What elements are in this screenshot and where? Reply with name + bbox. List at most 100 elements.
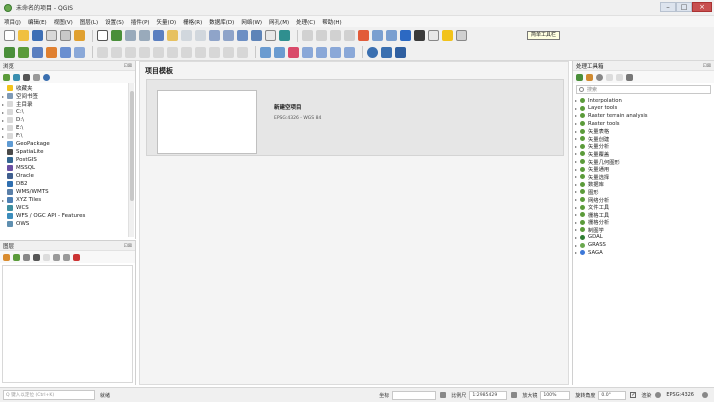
processing-item[interactable]: ▸ Raster terrain analysis — [575, 112, 712, 120]
coordinate-field[interactable] — [392, 390, 437, 400]
browser-item[interactable]: ▸ E:\ — [2, 124, 133, 132]
maximize-button[interactable]: □ — [676, 2, 692, 12]
menu-layer[interactable]: 图层(L) — [80, 18, 98, 26]
menu-vector[interactable]: 矢量(O) — [157, 18, 177, 26]
annotation-icon[interactable] — [456, 30, 467, 41]
open-project-icon[interactable] — [18, 30, 29, 41]
style-manager-icon[interactable] — [74, 30, 85, 41]
plugin-manager-icon[interactable] — [395, 46, 406, 58]
refresh-icon[interactable] — [279, 30, 290, 41]
browser-item[interactable]: DB2 — [2, 180, 133, 188]
field-calculator-icon[interactable] — [372, 30, 383, 41]
statistics-icon[interactable] — [386, 30, 397, 41]
menu-web[interactable]: 网络(W) — [241, 18, 262, 26]
options-icon[interactable] — [626, 73, 633, 81]
zoom-in-icon[interactable] — [125, 30, 136, 41]
pan-to-selection-icon[interactable] — [111, 30, 122, 41]
processing-item[interactable]: ▸ SAGA — [575, 249, 712, 257]
label-pin-icon[interactable] — [274, 46, 285, 58]
delete-feature-icon[interactable] — [167, 46, 178, 58]
label-change-icon[interactable] — [344, 46, 355, 58]
messages-icon[interactable] — [702, 392, 708, 398]
undo-icon[interactable] — [223, 46, 234, 58]
browser-item[interactable]: SpatiaLite — [2, 148, 133, 156]
crs-icon[interactable] — [655, 392, 662, 398]
browser-item[interactable]: ▸ XYZ Tiles — [2, 196, 133, 204]
menu-mesh[interactable]: 网孔(M) — [269, 18, 289, 26]
data-source-manager-icon[interactable] — [4, 46, 15, 58]
zoom-layer-icon[interactable] — [181, 30, 192, 41]
open-attribute-table-icon[interactable] — [358, 30, 369, 41]
zoom-last-icon[interactable] — [209, 30, 220, 41]
paste-feature-icon[interactable] — [209, 46, 220, 58]
add-raster-layer-icon[interactable] — [32, 46, 43, 58]
map-tips-icon[interactable] — [442, 30, 453, 41]
collapse-all-icon[interactable] — [33, 73, 40, 81]
processing-item[interactable]: ▸ GRASS — [575, 241, 712, 249]
browser-item[interactable]: WMS/WMTS — [2, 188, 133, 196]
layer-styling-icon[interactable] — [3, 253, 10, 261]
add-feature-icon[interactable] — [139, 46, 150, 58]
history-icon[interactable] — [596, 73, 603, 81]
processing-item[interactable]: ▸ GDAL — [575, 234, 712, 242]
select-icon[interactable] — [316, 30, 327, 41]
processing-item[interactable]: ▸ Layer tools — [575, 105, 712, 113]
processing-search-input[interactable]: 搜索 — [576, 85, 711, 94]
browser-item[interactable]: MSSQL — [2, 164, 133, 172]
processing-item[interactable]: ▸ 制图学 — [575, 226, 712, 234]
render-checkbox[interactable]: ✓ — [630, 392, 637, 398]
browser-item[interactable]: ▸ 空间书签 — [2, 92, 133, 100]
menu-plugins[interactable]: 插件(P) — [131, 18, 150, 26]
vertex-tool-icon[interactable] — [153, 46, 164, 58]
label-move-icon[interactable] — [316, 46, 327, 58]
toggle-editing-icon[interactable] — [97, 46, 108, 58]
menu-processing[interactable]: 处理(C) — [296, 18, 315, 26]
deselect-icon[interactable] — [344, 30, 355, 41]
zoom-next-icon[interactable] — [223, 30, 234, 41]
new-map-view-icon[interactable] — [237, 30, 248, 41]
edit-features-in-place-icon[interactable] — [616, 73, 623, 81]
scripts-icon[interactable] — [586, 73, 593, 81]
filter-legend-icon[interactable] — [33, 253, 40, 261]
sum-icon[interactable] — [414, 30, 425, 41]
browser-item[interactable]: WFS / OGC API - Features — [2, 212, 133, 220]
locator-search-input[interactable]: Q 键入以定位 (Ctrl+K) — [3, 390, 95, 400]
add-wms-icon[interactable] — [60, 46, 71, 58]
filter-expression-icon[interactable] — [43, 253, 50, 261]
browser-item[interactable]: ▸ 主目录 — [2, 100, 133, 108]
results-viewer-icon[interactable] — [606, 73, 613, 81]
manage-visibility-icon[interactable] — [23, 253, 30, 261]
add-group-icon[interactable] — [13, 253, 20, 261]
info-icon[interactable] — [43, 73, 50, 81]
pan-icon[interactable] — [97, 30, 108, 41]
add-mesh-icon[interactable] — [74, 46, 85, 58]
menu-settings[interactable]: 设置(S) — [105, 18, 124, 26]
add-delimited-text-icon[interactable] — [46, 46, 57, 58]
collapse-all-icon[interactable] — [63, 253, 70, 261]
label-highlight-icon[interactable] — [288, 46, 299, 58]
rotation-field[interactable]: 0.0° — [598, 390, 627, 400]
menu-edit[interactable]: 编辑(E) — [28, 18, 47, 26]
digitize-icon[interactable] — [111, 46, 122, 58]
minimize-button[interactable]: – — [660, 2, 676, 12]
menu-view[interactable]: 视图(V) — [54, 18, 73, 26]
redo-icon[interactable] — [237, 46, 248, 58]
processing-toolbox-icon[interactable] — [400, 30, 411, 41]
processing-item[interactable]: ▸ Interpolation — [575, 97, 712, 105]
scale-field[interactable]: 1:2985429 — [469, 390, 508, 400]
refresh-icon[interactable] — [13, 73, 20, 81]
browser-item[interactable]: ▸ D:\ — [2, 116, 133, 124]
panel-float-close-icon[interactable]: ⊡⊠ — [124, 243, 132, 249]
browser-item[interactable]: Oracle — [2, 172, 133, 180]
browser-item[interactable]: PostGIS — [2, 156, 133, 164]
remove-layer-icon[interactable] — [73, 253, 80, 261]
cut-feature-icon[interactable] — [181, 46, 192, 58]
menu-project[interactable]: 项目(J) — [4, 18, 21, 26]
bookmark-icon[interactable] — [265, 30, 276, 41]
select-value-icon[interactable] — [330, 30, 341, 41]
add-layers-icon[interactable] — [3, 73, 10, 81]
browser-item[interactable]: OWS — [2, 220, 133, 228]
zoom-selection-icon[interactable] — [167, 30, 178, 41]
filter-icon[interactable] — [23, 73, 30, 81]
panel-float-close-icon[interactable]: ⊡⊠ — [124, 63, 132, 69]
